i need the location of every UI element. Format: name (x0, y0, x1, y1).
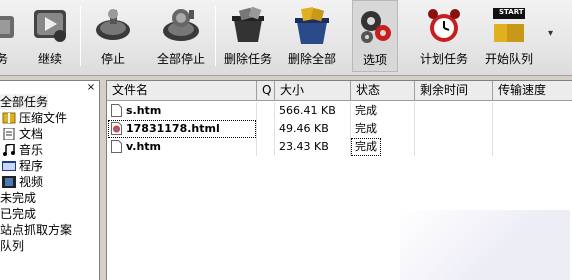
video-icon (2, 176, 16, 188)
cell-focus-outline (351, 138, 381, 156)
delete-task-button[interactable]: 删除任务 (218, 0, 278, 72)
tree-item-all-tasks[interactable]: 全部任务 (0, 94, 49, 110)
tree-item-programs[interactable]: 程序 (2, 158, 43, 174)
html-file-icon (111, 140, 122, 153)
tree-item-queue[interactable]: 队列 (0, 238, 24, 254)
corner-fade (400, 210, 570, 280)
tree-item-archives[interactable]: 压缩文件 (2, 110, 67, 126)
table-row[interactable]: s.htm 566.41 KB 完成 (107, 102, 572, 120)
file-name: v.htm (126, 140, 162, 153)
category-tree: × 全部任务 压缩文件 文档 音乐 程序 视频 未完成 已完成 站点抓取方案 队… (0, 80, 100, 280)
program-icon (2, 161, 16, 171)
speed-cell (493, 120, 572, 138)
file-name: s.htm (126, 104, 162, 117)
toolbar-separator (80, 6, 81, 66)
column-header-speed[interactable]: 传输速度 (493, 81, 572, 101)
music-icon (3, 144, 15, 156)
start-queue-button[interactable]: START 开始队列 (480, 0, 538, 72)
resume-icon (34, 10, 66, 42)
column-header-q[interactable]: Q (257, 81, 275, 101)
options-button[interactable]: 选项 (352, 0, 398, 72)
column-header-remaining[interactable]: 剩余时间 (415, 81, 493, 101)
toolbar-separator (215, 6, 216, 66)
remaining-cell (415, 120, 493, 138)
queue-cell (257, 102, 275, 120)
size-cell: 23.43 KB (275, 138, 351, 156)
tree-item-site-grab[interactable]: 站点抓取方案 (0, 222, 72, 238)
delete-all-button[interactable]: 删除全部 (284, 0, 340, 72)
archive-icon (2, 112, 16, 124)
tree-item-video[interactable]: 视频 (2, 174, 43, 190)
column-header-filename[interactable]: 文件名 (107, 81, 257, 101)
task-button[interactable]: 务 (0, 0, 18, 72)
remaining-cell (415, 138, 493, 156)
speed-cell (493, 102, 572, 120)
status-cell: 完成 (351, 120, 415, 138)
size-cell: 49.46 KB (275, 120, 351, 138)
speed-cell (493, 138, 572, 156)
document-icon (3, 128, 15, 140)
task-icon (0, 16, 14, 38)
column-header-size[interactable]: 大小 (275, 81, 351, 101)
delete-all-icon (295, 7, 329, 44)
tree-item-completed[interactable]: 已完成 (0, 206, 36, 222)
status-cell: 完成 (351, 102, 415, 120)
table-row[interactable]: v.htm 23.43 KB 完成 (107, 138, 572, 156)
tree-item-documents[interactable]: 文档 (2, 126, 43, 142)
start-badge: START (499, 8, 524, 16)
remaining-cell (415, 102, 493, 120)
column-header-status[interactable]: 状态 (351, 81, 415, 101)
queue-cell (257, 138, 275, 156)
queue-cell (257, 120, 275, 138)
size-cell: 566.41 KB (275, 102, 351, 120)
row-focus-outline (108, 120, 256, 138)
html-file-icon (111, 104, 122, 117)
close-panel-icon[interactable]: × (85, 83, 97, 94)
stop-all-button[interactable]: 全部停止 (150, 0, 212, 72)
stop-button[interactable]: 停止 (84, 0, 142, 72)
schedule-button[interactable]: 计划任务 (414, 0, 474, 72)
delete-task-icon (232, 6, 264, 42)
toolbar-more-dropdown[interactable]: ▾ (548, 28, 553, 39)
tree-item-incomplete[interactable]: 未完成 (0, 190, 36, 206)
toolbar: 务 继续 停止 全部停止 删除任务 删除全部 选项 计划任务 START 开始队… (0, 0, 572, 76)
stop-icon (96, 9, 130, 40)
resume-button[interactable]: 继续 (22, 0, 78, 72)
options-gear-icon (361, 11, 391, 43)
tree-item-music[interactable]: 音乐 (2, 142, 43, 158)
stop-all-icon (163, 9, 199, 41)
alarm-clock-icon (428, 9, 460, 42)
